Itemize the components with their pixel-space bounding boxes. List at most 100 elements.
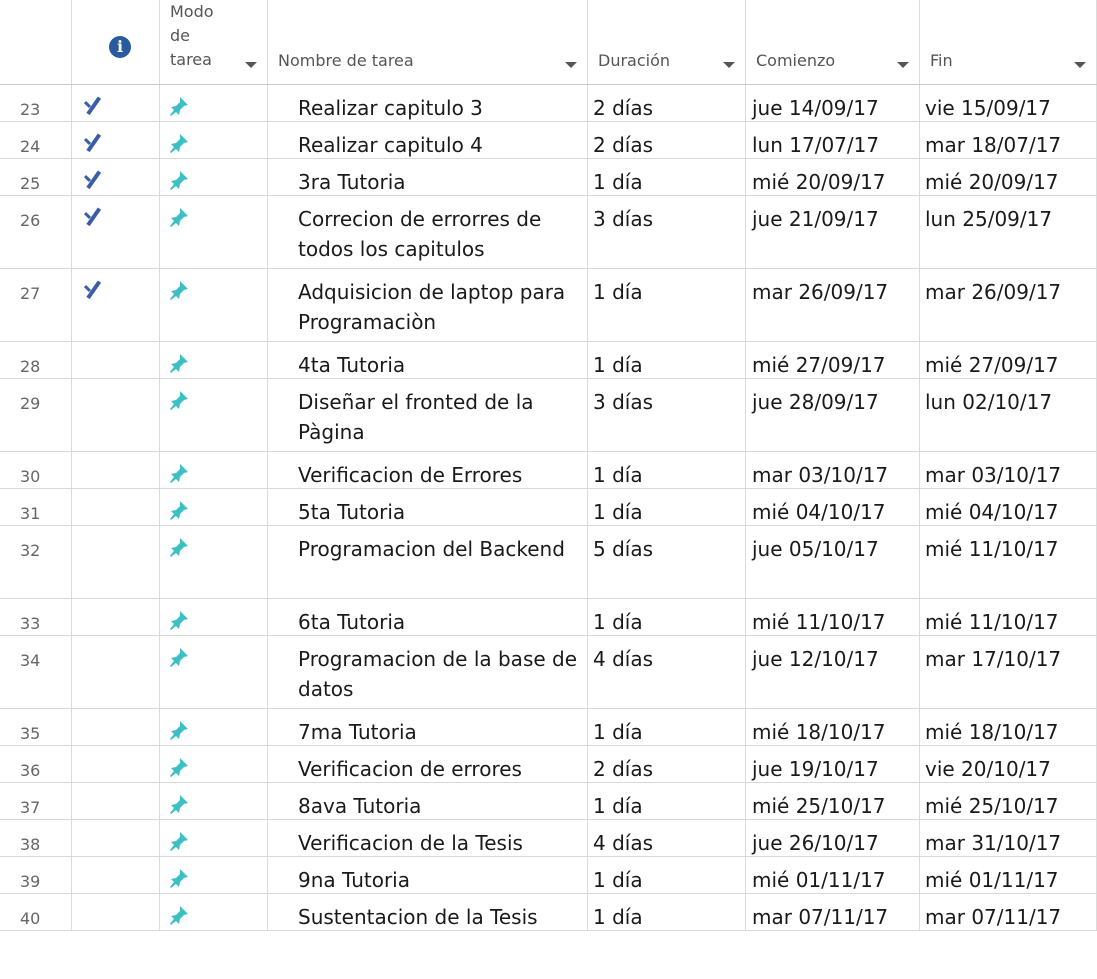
task-row[interactable]: 26 Correcion de errorres de todos los cap…: [0, 196, 1097, 269]
indicators-header[interactable]: i: [72, 0, 160, 84]
duration-cell[interactable]: 1 día: [588, 452, 746, 488]
row-number[interactable]: 30: [0, 452, 72, 488]
task-mode-cell[interactable]: [160, 489, 268, 525]
finish-date-cell[interactable]: mié 11/10/17: [920, 526, 1097, 598]
task-mode-cell[interactable]: [160, 159, 268, 195]
row-number[interactable]: 39: [0, 857, 72, 893]
task-row[interactable]: 23 Realizar capitulo 32 días jue 14/09/17 v…: [0, 85, 1097, 122]
task-row[interactable]: 33 6ta Tutoria 1 día mié 11/10/17 mié 11/10/…: [0, 599, 1097, 636]
finish-date-cell[interactable]: lun 02/10/17: [920, 379, 1097, 451]
row-number[interactable]: 38: [0, 820, 72, 856]
start-date-cell[interactable]: jue 05/10/17: [746, 526, 920, 598]
finish-header[interactable]: Fin: [920, 0, 1097, 84]
duration-cell[interactable]: 1 día: [588, 489, 746, 525]
task-row[interactable]: 24 Realizar capitulo 42 días lun 17/07/17 m…: [0, 122, 1097, 159]
finish-date-cell[interactable]: mar 18/07/17: [920, 122, 1097, 158]
task-row[interactable]: 36 Verificacion de errores 2 días jue 19/10…: [0, 746, 1097, 783]
duration-cell[interactable]: 1 día: [588, 269, 746, 341]
dropdown-arrow-icon[interactable]: [897, 62, 909, 68]
start-header[interactable]: Comienzo: [746, 0, 920, 84]
finish-date-cell[interactable]: mar 07/11/17: [920, 894, 1097, 930]
start-date-cell[interactable]: jue 28/09/17: [746, 379, 920, 451]
task-mode-cell[interactable]: [160, 709, 268, 745]
task-row[interactable]: 32 Programacion del Backend 5 días jue 05/1…: [0, 526, 1097, 599]
task-row[interactable]: 25 3ra Tutoria 1 día mié 20/09/17 mié 20/09/…: [0, 159, 1097, 196]
task-name-cell[interactable]: 8ava Tutoria: [268, 783, 588, 819]
task-mode-header[interactable]: Modo de tarea: [160, 0, 268, 84]
task-row[interactable]: 38 Verificacion de la Tesis 4 días jue 26/1…: [0, 820, 1097, 857]
duration-cell[interactable]: 4 días: [588, 636, 746, 708]
task-mode-cell[interactable]: [160, 746, 268, 782]
start-date-cell[interactable]: mié 27/09/17: [746, 342, 920, 378]
start-date-cell[interactable]: mar 07/11/17: [746, 894, 920, 930]
task-name-cell[interactable]: 7ma Tutoria: [268, 709, 588, 745]
task-row[interactable]: 37 8ava Tutoria 1 día mié 25/10/17 mié 25/10…: [0, 783, 1097, 820]
start-date-cell[interactable]: jue 12/10/17: [746, 636, 920, 708]
task-mode-cell[interactable]: [160, 857, 268, 893]
start-date-cell[interactable]: mié 18/10/17: [746, 709, 920, 745]
start-date-cell[interactable]: mié 01/11/17: [746, 857, 920, 893]
task-row[interactable]: 39 9na Tutoria 1 día mié 01/11/17 mié 01/11/…: [0, 857, 1097, 894]
finish-date-cell[interactable]: mié 25/10/17: [920, 783, 1097, 819]
task-mode-cell[interactable]: [160, 820, 268, 856]
row-number[interactable]: 40: [0, 894, 72, 930]
row-number[interactable]: 36: [0, 746, 72, 782]
row-number[interactable]: 35: [0, 709, 72, 745]
duration-cell[interactable]: 1 día: [588, 599, 746, 635]
task-name-cell[interactable]: 4ta Tutoria: [268, 342, 588, 378]
dropdown-arrow-icon[interactable]: [565, 62, 577, 68]
finish-date-cell[interactable]: mar 31/10/17: [920, 820, 1097, 856]
finish-date-cell[interactable]: lun 25/09/17: [920, 196, 1097, 268]
duration-cell[interactable]: 2 días: [588, 746, 746, 782]
duration-cell[interactable]: 1 día: [588, 342, 746, 378]
task-row[interactable]: 30 Verificacion de Errores 1 día mar 03/10/…: [0, 452, 1097, 489]
finish-date-cell[interactable]: mié 18/10/17: [920, 709, 1097, 745]
start-date-cell[interactable]: mié 20/09/17: [746, 159, 920, 195]
start-date-cell[interactable]: lun 17/07/17: [746, 122, 920, 158]
row-number[interactable]: 31: [0, 489, 72, 525]
task-mode-cell[interactable]: [160, 342, 268, 378]
duration-header[interactable]: Duración: [588, 0, 746, 84]
row-number[interactable]: 34: [0, 636, 72, 708]
task-row[interactable]: 31 5ta Tutoria 1 día mié 04/10/17 mié 04/10/…: [0, 489, 1097, 526]
start-date-cell[interactable]: mar 03/10/17: [746, 452, 920, 488]
duration-cell[interactable]: 3 días: [588, 196, 746, 268]
duration-cell[interactable]: 2 días: [588, 122, 746, 158]
row-number[interactable]: 33: [0, 599, 72, 635]
task-name-cell[interactable]: Programacion de la base de datos: [268, 636, 588, 708]
task-mode-cell[interactable]: [160, 452, 268, 488]
start-date-cell[interactable]: jue 21/09/17: [746, 196, 920, 268]
finish-date-cell[interactable]: mar 17/10/17: [920, 636, 1097, 708]
task-name-cell[interactable]: 6ta Tutoria: [268, 599, 588, 635]
finish-date-cell[interactable]: mié 04/10/17: [920, 489, 1097, 525]
task-row[interactable]: 28 4ta Tutoria 1 día mié 27/09/17 mié 27/09/…: [0, 342, 1097, 379]
dropdown-arrow-icon[interactable]: [245, 62, 257, 68]
duration-cell[interactable]: 5 días: [588, 526, 746, 598]
task-row[interactable]: 40 Sustentacion de la Tesis 1 día mar 07/11…: [0, 894, 1097, 931]
dropdown-arrow-icon[interactable]: [723, 62, 735, 68]
finish-date-cell[interactable]: vie 20/10/17: [920, 746, 1097, 782]
row-number[interactable]: 28: [0, 342, 72, 378]
task-row[interactable]: 27 Adquisicion de laptop para Programaciò…: [0, 269, 1097, 342]
task-name-cell[interactable]: Verificacion de Errores: [268, 452, 588, 488]
task-mode-cell[interactable]: [160, 526, 268, 598]
duration-cell[interactable]: 1 día: [588, 159, 746, 195]
task-row[interactable]: 34 Programacion de la base de datos 4 días…: [0, 636, 1097, 709]
task-name-cell[interactable]: Adquisicion de laptop para Programaciòn: [268, 269, 588, 341]
task-name-cell[interactable]: Correcion de errorres de todos los capit…: [268, 196, 588, 268]
duration-cell[interactable]: 1 día: [588, 894, 746, 930]
task-name-cell[interactable]: Verificacion de errores: [268, 746, 588, 782]
row-number[interactable]: 27: [0, 269, 72, 341]
task-name-cell[interactable]: Programacion del Backend: [268, 526, 588, 598]
task-row[interactable]: 29 Diseñar el fronted de la Pàgina 3 días j…: [0, 379, 1097, 452]
duration-cell[interactable]: 3 días: [588, 379, 746, 451]
finish-date-cell[interactable]: mié 01/11/17: [920, 857, 1097, 893]
task-mode-cell[interactable]: [160, 269, 268, 341]
finish-date-cell[interactable]: mié 27/09/17: [920, 342, 1097, 378]
start-date-cell[interactable]: mié 11/10/17: [746, 599, 920, 635]
row-number[interactable]: 37: [0, 783, 72, 819]
start-date-cell[interactable]: mar 26/09/17: [746, 269, 920, 341]
finish-date-cell[interactable]: mié 11/10/17: [920, 599, 1097, 635]
start-date-cell[interactable]: mié 04/10/17: [746, 489, 920, 525]
task-mode-cell[interactable]: [160, 599, 268, 635]
